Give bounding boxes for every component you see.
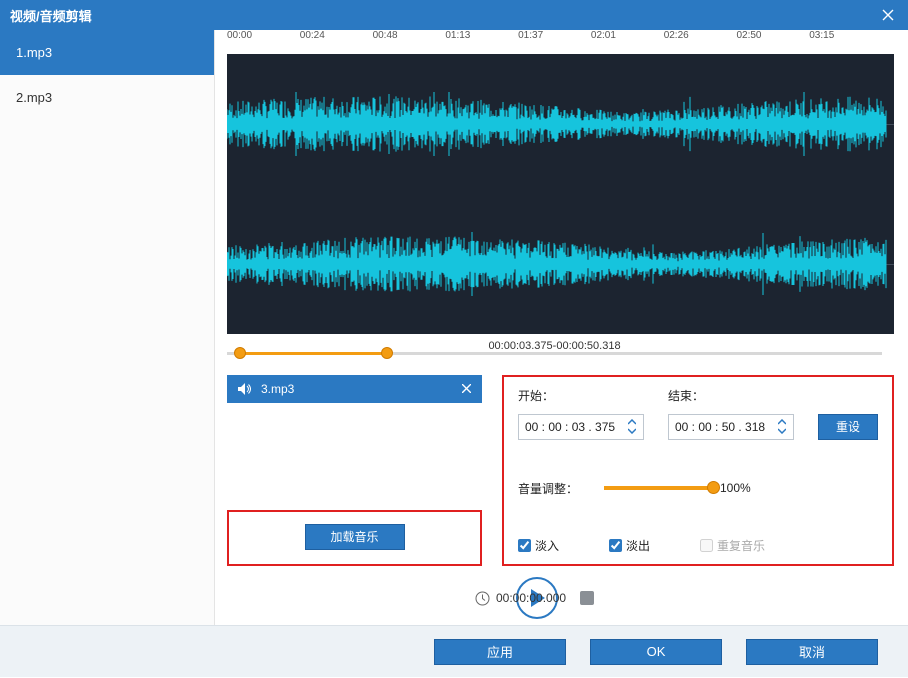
waveform-channel-left xyxy=(227,92,887,156)
current-time: 00:00:00.000 xyxy=(496,591,566,605)
end-time-input[interactable]: 00 : 00 : 50 . 318 xyxy=(668,414,794,440)
spin-up-button[interactable] xyxy=(775,418,789,427)
volume-knob[interactable] xyxy=(707,481,720,494)
waveform-display[interactable] xyxy=(227,54,894,334)
sidebar-item-file[interactable]: 1.mp3 xyxy=(0,30,214,75)
sidebar-item-file[interactable]: 2.mp3 xyxy=(0,75,214,120)
volume-slider[interactable] xyxy=(604,486,714,490)
ok-button[interactable]: OK xyxy=(590,639,722,665)
sidebar-item-label: 1.mp3 xyxy=(16,45,52,60)
close-icon xyxy=(882,9,894,21)
chevron-down-icon xyxy=(628,428,636,434)
chevron-up-icon xyxy=(778,419,786,425)
stop-button[interactable] xyxy=(580,591,594,605)
spin-down-button[interactable] xyxy=(775,427,789,436)
range-text: 00:00:03.375-00:00:50.318 xyxy=(227,340,882,352)
range-handle-end[interactable] xyxy=(381,347,393,359)
spin-down-button[interactable] xyxy=(625,427,639,436)
window-title: 视频/音频剪辑 xyxy=(10,6,92,25)
speaker-icon xyxy=(235,383,255,395)
chevron-up-icon xyxy=(628,419,636,425)
timeline: 00:0000:2400:48 01:1301:3702:01 02:2602:… xyxy=(215,30,894,335)
load-music-button[interactable]: 加载音乐 xyxy=(305,524,405,550)
repeat-checkbox[interactable]: 重复音乐 xyxy=(700,537,765,554)
time-ruler: 00:0000:2400:48 01:1301:3702:01 02:2602:… xyxy=(215,30,894,54)
sidebar-item-label: 2.mp3 xyxy=(16,90,52,105)
reset-button[interactable]: 重设 xyxy=(818,414,878,440)
volume-value: 100% xyxy=(720,481,751,495)
apply-button[interactable]: 应用 xyxy=(434,639,566,665)
load-music-highlight: 加载音乐 xyxy=(227,510,482,566)
end-label: 结束： xyxy=(668,387,738,404)
waveform-channel-right xyxy=(227,232,887,296)
file-sidebar: 1.mp3 2.mp3 xyxy=(0,30,215,625)
fade-in-checkbox[interactable]: 淡入 xyxy=(518,537,559,554)
clock-icon xyxy=(475,591,490,606)
close-button[interactable] xyxy=(868,0,908,30)
volume-label: 音量调整： xyxy=(518,480,598,497)
start-time-input[interactable]: 00 : 00 : 03 . 375 xyxy=(518,414,644,440)
close-icon xyxy=(462,384,471,393)
fade-out-checkbox[interactable]: 淡出 xyxy=(609,537,650,554)
loaded-music-bar: 3.mp3 xyxy=(227,375,482,403)
loaded-music-name: 3.mp3 xyxy=(255,382,458,396)
footer: 应用 OK 取消 xyxy=(0,625,908,677)
chevron-down-icon xyxy=(778,428,786,434)
titlebar: 视频/音频剪辑 xyxy=(0,0,908,30)
range-handle-start[interactable] xyxy=(234,347,246,359)
remove-music-button[interactable] xyxy=(458,384,474,393)
start-label: 开始： xyxy=(518,387,588,404)
spin-up-button[interactable] xyxy=(625,418,639,427)
range-slider[interactable]: 00:00:03.375-00:00:50.318 xyxy=(227,341,882,365)
cancel-button[interactable]: 取消 xyxy=(746,639,878,665)
settings-panel-highlight: 开始： 结束： 00 : 00 : 03 . 375 xyxy=(502,375,894,566)
